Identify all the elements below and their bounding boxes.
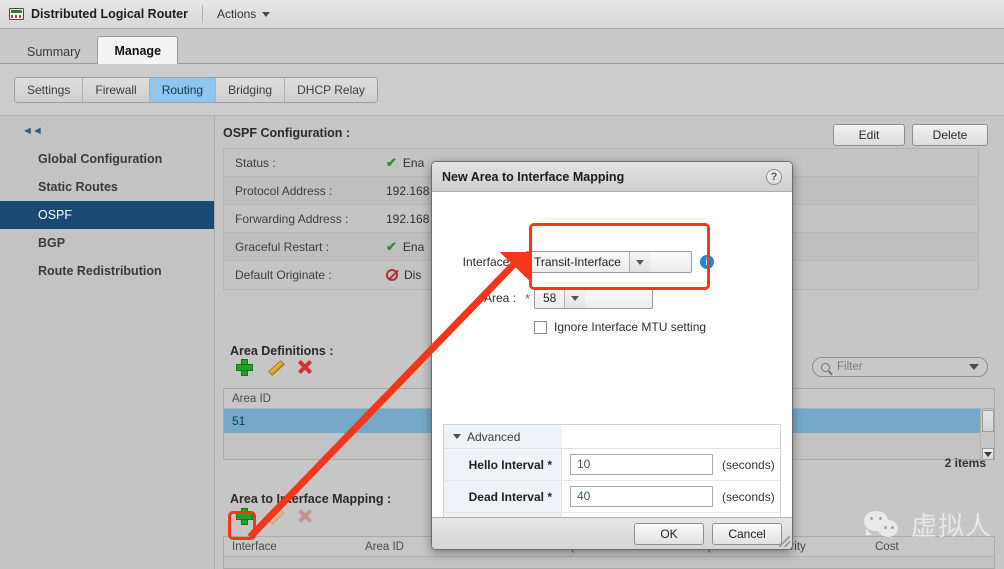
check-icon: ✔ xyxy=(386,238,397,254)
cancel-button[interactable]: Cancel xyxy=(712,522,782,545)
interface-label: Interface : xyxy=(462,255,516,269)
actions-menu[interactable]: Actions xyxy=(203,0,284,28)
scrollbar-thumb[interactable] xyxy=(982,410,994,432)
edit-pencil-icon[interactable] xyxy=(267,359,282,374)
info-icon[interactable]: i xyxy=(700,255,714,269)
graceful-restart-value: ✔ Ena xyxy=(382,239,424,255)
area-label: Area : xyxy=(483,291,516,305)
column-header-interface[interactable]: Interface xyxy=(224,541,357,553)
dialog-title: New Area to Interface Mapping xyxy=(442,169,625,184)
dialog-title-bar: New Area to Interface Mapping ? xyxy=(432,162,792,192)
triangle-down-icon xyxy=(453,434,461,439)
sidebar-item-global-configuration[interactable]: Global Configuration xyxy=(0,145,214,173)
sidebar-item-static-routes[interactable]: Static Routes xyxy=(0,173,214,201)
dead-interval-input[interactable]: 40 xyxy=(570,486,713,507)
default-originate-text: Dis xyxy=(404,268,422,282)
main-tab-bar: Summary Manage xyxy=(0,29,1004,64)
graceful-restart-text: Ena xyxy=(402,239,425,254)
wechat-icon xyxy=(863,510,902,539)
ospf-status-value: ✔ Ena xyxy=(382,155,424,171)
protocol-address-label: Protocol Address : xyxy=(235,183,333,198)
new-area-to-interface-mapping-dialog: New Area to Interface Mapping ? Interfac… xyxy=(431,161,793,550)
page-title: Distributed Logical Router xyxy=(31,7,188,21)
area-selected-value: 58 xyxy=(543,291,557,305)
tab-routing[interactable]: Routing xyxy=(149,77,217,102)
sub-tab-bar: Settings Firewall Routing Bridging DHCP … xyxy=(0,64,1004,116)
area-definitions-toolbar xyxy=(236,359,312,376)
chevron-down-icon[interactable] xyxy=(564,288,586,308)
area-field-row: Area : * 58 xyxy=(432,284,792,312)
hello-interval-row: Hello Interval * 10 (seconds) xyxy=(444,449,780,481)
edit-button[interactable]: Edit xyxy=(833,124,905,146)
cell-area-id: 51 xyxy=(232,414,246,428)
tab-dhcp-relay[interactable]: DHCP Relay xyxy=(285,77,377,102)
hello-interval-input[interactable]: 10 xyxy=(570,454,713,475)
filter-input[interactable]: Filter xyxy=(812,357,988,377)
router-icon xyxy=(9,8,24,20)
tab-manage[interactable]: Manage xyxy=(97,36,179,64)
ignore-mtu-checkbox[interactable] xyxy=(534,320,547,334)
sidebar-item-bgp[interactable]: BGP xyxy=(0,229,214,257)
interface-field-row: Interface : Transit-Interface i xyxy=(432,248,792,276)
disabled-icon xyxy=(386,269,398,281)
default-originate-label: Default Originate : xyxy=(235,268,332,282)
tab-summary[interactable]: Summary xyxy=(10,38,97,64)
area-mapping-toolbar xyxy=(236,508,312,525)
edit-pencil-icon xyxy=(267,508,282,523)
application-window: Distributed Logical Router Actions Summa… xyxy=(0,0,1004,569)
advanced-header-filler xyxy=(562,425,780,449)
items-count-label: 2 items xyxy=(944,456,986,470)
dead-interval-unit: (seconds) xyxy=(722,489,775,504)
default-originate-value: Dis xyxy=(382,268,421,282)
interface-selected-value: Transit-Interface xyxy=(534,255,621,269)
dead-interval-label: Dead Interval * xyxy=(444,481,562,512)
column-header-area-id[interactable]: Area ID xyxy=(224,393,357,405)
check-icon: ✔ xyxy=(386,154,397,170)
add-mapping-icon[interactable] xyxy=(236,508,253,525)
delete-x-icon xyxy=(298,509,312,523)
hello-interval-label: Hello Interval * xyxy=(444,449,562,480)
resize-grip-icon[interactable] xyxy=(779,536,790,547)
grid-vertical-scrollbar[interactable] xyxy=(980,409,994,461)
dead-interval-row: Dead Interval * 40 (seconds) xyxy=(444,481,780,513)
chevron-down-icon xyxy=(262,11,271,17)
question-mark-icon[interactable]: ? xyxy=(766,168,782,185)
dialog-footer: OK Cancel xyxy=(432,517,792,549)
dialog-body: Interface : Transit-Interface i Area : *… xyxy=(432,248,792,549)
delete-button[interactable]: Delete xyxy=(912,124,988,146)
sidebar: ◄◄ Global Configuration Static Routes OS… xyxy=(0,116,215,569)
ok-button[interactable]: OK xyxy=(634,522,704,545)
tab-bridging[interactable]: Bridging xyxy=(216,77,286,102)
chevron-down-icon[interactable] xyxy=(969,364,979,370)
sidebar-item-ospf[interactable]: OSPF xyxy=(0,201,214,229)
filter-placeholder: Filter xyxy=(837,361,863,373)
required-asterisk: * xyxy=(525,290,531,306)
watermark: 虚拟人 xyxy=(863,506,992,543)
advanced-section-header[interactable]: Advanced xyxy=(444,425,562,449)
hello-interval-unit: (seconds) xyxy=(722,457,775,472)
interface-select[interactable]: Transit-Interface xyxy=(525,251,692,273)
ospf-status-label: Status : xyxy=(235,155,276,170)
tab-settings[interactable]: Settings xyxy=(15,77,84,102)
ignore-mtu-label: Ignore Interface MTU setting xyxy=(554,320,707,334)
search-icon xyxy=(821,362,830,372)
title-bar: Distributed Logical Router Actions xyxy=(0,0,1004,29)
area-select[interactable]: 58 xyxy=(534,287,653,309)
actions-menu-label: Actions xyxy=(216,7,257,21)
delete-x-icon[interactable] xyxy=(298,360,312,374)
watermark-text: 虚拟人 xyxy=(910,512,992,542)
forwarding-address-label: Forwarding Address : xyxy=(235,211,349,226)
sidebar-item-route-redistribution[interactable]: Route Redistribution xyxy=(0,257,214,285)
ospf-status-text: Ena xyxy=(402,155,425,170)
ignore-mtu-row[interactable]: Ignore Interface MTU setting xyxy=(534,320,792,334)
forwarding-address-value: 192.168 xyxy=(386,211,430,226)
chevron-down-icon[interactable] xyxy=(628,252,650,272)
collapse-left-icon[interactable]: ◄◄ xyxy=(22,125,43,139)
add-icon[interactable] xyxy=(236,359,253,376)
advanced-label: Advanced xyxy=(467,429,521,444)
graceful-restart-label: Graceful Restart : xyxy=(235,239,330,254)
tab-firewall[interactable]: Firewall xyxy=(83,77,150,102)
protocol-address-value: 192.168 xyxy=(386,183,430,198)
sub-tab-group: Settings Firewall Routing Bridging DHCP … xyxy=(14,76,378,103)
